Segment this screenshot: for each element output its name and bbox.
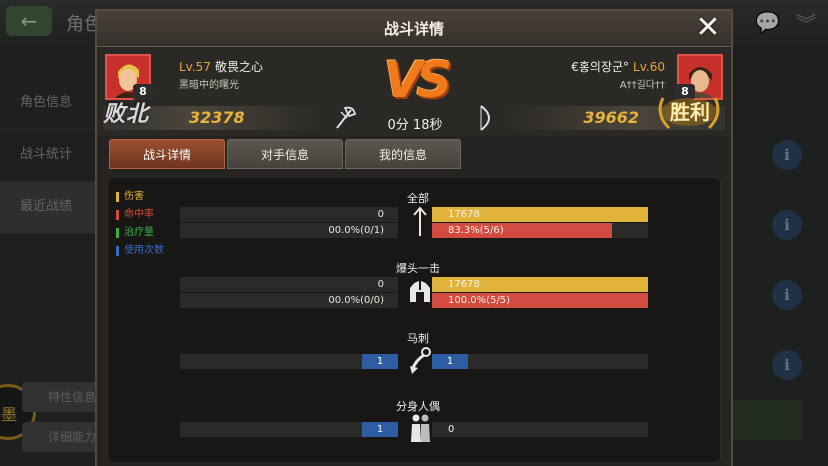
right-damage-value: 17678 xyxy=(448,209,480,220)
left-damage-value: 0 xyxy=(377,279,384,290)
right-uses-cell: 1 xyxy=(432,354,648,369)
modal-header: 战斗详情 xyxy=(97,11,731,47)
left-hit-rate-cell: 00.0%(0/0) xyxy=(180,293,398,308)
right-level-text: Lv.60 xyxy=(633,60,665,74)
battle-stats-panel: 伤害 命中率 治疗量 使用次数 全部 0 17678 00.0%(0/1) 83… xyxy=(107,177,721,463)
group-label: 全部 xyxy=(407,192,429,205)
right-hit-rate-cell: 100.0%(5/5) xyxy=(432,293,648,308)
left-uses-value: 1 xyxy=(376,424,384,435)
damage-row: 0 17678 xyxy=(180,277,648,292)
right-uses-fill: 1 xyxy=(432,354,468,369)
legend-uses: 使用次数 xyxy=(116,242,164,260)
damage-row: 0 17678 xyxy=(180,207,648,222)
left-level-text: Lv.57 xyxy=(179,60,211,74)
left-guild: 黑暗中的曙光 xyxy=(179,80,239,91)
victory-label: 胜利 xyxy=(670,100,710,124)
right-damage-cell: 17678 xyxy=(432,207,648,222)
modal-title: 战斗详情 xyxy=(383,20,444,38)
tab-battle-detail[interactable]: 战斗详情 xyxy=(109,139,225,169)
left-hit-rate-cell: 00.0%(0/1) xyxy=(180,223,398,238)
close-button[interactable]: ✕ xyxy=(693,12,723,44)
hit-rate-row: 00.0%(0/0) 100.0%(5/5) xyxy=(180,293,648,308)
left-uses-cell: 1 xyxy=(180,422,398,437)
right-uses-cell: 0 xyxy=(432,422,648,437)
stats-legend: 伤害 命中率 治疗量 使用次数 xyxy=(116,188,164,260)
left-damage-cell: 0 xyxy=(180,207,398,222)
right-uses-value: 1 xyxy=(446,356,454,367)
right-damage-cell: 17678 xyxy=(432,277,648,292)
left-damage-cell: 0 xyxy=(180,277,398,292)
right-hit-rate-value: 100.0%(5/5) xyxy=(448,295,511,306)
versus-area: 32378 8 Lv.57 敬畏之心 黑暗中的曙光 败北 VS 0分 18秒 3… xyxy=(97,48,731,136)
axe-icon xyxy=(336,106,357,129)
left-uses-cell: 1 xyxy=(180,354,398,369)
left-player-name: 敬畏之心 xyxy=(214,60,263,74)
right-score: 39662 xyxy=(583,108,639,127)
left-uses-fill: 1 xyxy=(362,354,398,369)
right-hit-rate-value: 83.3%(5/6) xyxy=(448,225,504,236)
legend-healing: 治疗量 xyxy=(116,224,164,242)
left-uses-fill: 1 xyxy=(362,422,398,437)
right-hit-rate-cell: 83.3%(5/6) xyxy=(432,223,648,238)
left-hit-rate-value: 00.0%(0/1) xyxy=(328,225,384,236)
hit-rate-row: 00.0%(0/1) 83.3%(5/6) xyxy=(180,223,648,238)
vs-logo: VS xyxy=(383,51,453,109)
battle-duration: 0分 18秒 xyxy=(387,118,443,133)
tab-bar: 战斗详情 对手信息 我的信息 xyxy=(109,139,463,171)
uses-row: 1 1 xyxy=(180,354,648,369)
left-damage-value: 0 xyxy=(377,209,384,220)
left-level: Lv.57 敬畏之心 xyxy=(179,58,263,75)
right-uses-value: 0 xyxy=(448,424,455,435)
left-uses-value: 1 xyxy=(376,356,384,367)
tab-my-info[interactable]: 我的信息 xyxy=(345,139,461,169)
right-level: €홍의장군° Lv.60 xyxy=(571,58,665,75)
uses-row: 1 0 xyxy=(180,422,648,437)
right-damage-value: 17678 xyxy=(448,279,480,290)
right-player-name: €홍의장군° xyxy=(571,60,630,74)
legend-hit-rate: 命中率 xyxy=(116,206,164,224)
left-hit-rate-value: 00.0%(0/0) xyxy=(328,295,384,306)
legend-damage: 伤害 xyxy=(116,188,164,206)
tab-opponent-info[interactable]: 对手信息 xyxy=(227,139,343,169)
battle-detail-modal: 战斗详情 ✕ 32378 8 Lv.57 敬畏之心 黑暗中的曙光 败北 VS 0… xyxy=(95,9,733,466)
right-player: 39662 8 €홍의장군° Lv.60 A††길다†† 胜利 xyxy=(455,52,725,132)
right-guild: A††길다†† xyxy=(619,80,665,91)
left-score: 32378 xyxy=(189,108,245,127)
defeat-label: 败北 xyxy=(103,102,150,127)
